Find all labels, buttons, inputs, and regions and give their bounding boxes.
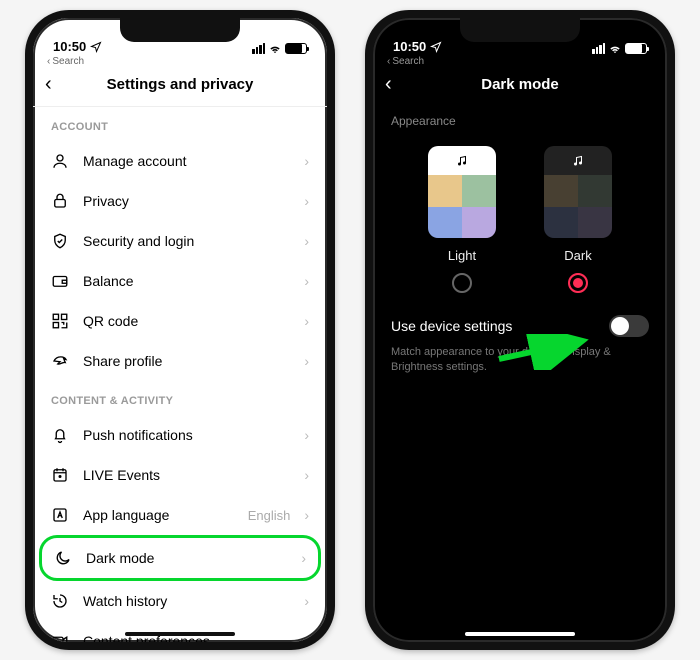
wifi-icon [608, 43, 622, 54]
dark-mode-content: Appearance Light Dark [373, 106, 667, 642]
row-label: Share profile [83, 353, 290, 369]
home-indicator[interactable] [465, 632, 575, 636]
row-qr-code[interactable]: QR code › [33, 301, 327, 341]
chevron-right-icon: › [304, 273, 309, 289]
language-icon [51, 506, 69, 524]
row-dark-mode[interactable]: Dark mode › [39, 535, 321, 581]
row-value: English [248, 508, 291, 523]
nav-header: ‹ Settings and privacy [33, 69, 327, 107]
chevron-right-icon: › [301, 550, 306, 566]
theme-option-light[interactable]: Light [428, 146, 496, 293]
chevron-left-icon: ‹ [47, 56, 50, 67]
row-label: Manage account [83, 153, 290, 169]
breadcrumb-back[interactable]: ‹ Search [373, 56, 667, 69]
theme-options: Light Dark [373, 136, 667, 297]
calendar-icon [51, 466, 69, 484]
signal-icon [592, 43, 605, 54]
chevron-right-icon: › [304, 633, 309, 642]
theme-option-dark[interactable]: Dark [544, 146, 612, 293]
row-label: Balance [83, 273, 290, 289]
lock-icon [51, 192, 69, 210]
chevron-right-icon: › [304, 233, 309, 249]
chevron-right-icon: › [304, 193, 309, 209]
row-privacy[interactable]: Privacy › [33, 181, 327, 221]
page-title: Settings and privacy [69, 76, 291, 93]
row-push-notifications[interactable]: Push notifications › [33, 415, 327, 455]
chevron-right-icon: › [304, 593, 309, 609]
chevron-right-icon: › [304, 353, 309, 369]
section-header: CONTENT & ACTIVITY [33, 381, 327, 415]
radio-dark[interactable] [568, 273, 588, 293]
row-manage-account[interactable]: Manage account › [33, 141, 327, 181]
theme-preview-light [428, 146, 496, 238]
theme-label-dark: Dark [564, 248, 591, 263]
row-balance[interactable]: Balance › [33, 261, 327, 301]
back-button[interactable]: ‹ [45, 73, 69, 96]
row-label: Dark mode [86, 550, 287, 566]
battery-icon [285, 43, 307, 54]
history-icon [51, 592, 69, 610]
nav-header: ‹ Dark mode [373, 69, 667, 106]
settings-list: ACCOUNTManage account›Privacy›Security a… [33, 107, 327, 642]
signal-icon [252, 43, 265, 54]
home-indicator[interactable] [125, 632, 235, 636]
row-share-profile[interactable]: Share profile › [33, 341, 327, 381]
row-label: Privacy [83, 193, 290, 209]
wallet-icon [51, 272, 69, 290]
theme-label-light: Light [448, 248, 476, 263]
row-watch-history[interactable]: Watch history › [33, 581, 327, 621]
shield-icon [51, 232, 69, 250]
row-live-events[interactable]: LIVE Events › [33, 455, 327, 495]
notch [120, 18, 240, 42]
chevron-right-icon: › [304, 507, 309, 523]
theme-preview-dark [544, 146, 612, 238]
back-button[interactable]: ‹ [385, 73, 409, 96]
status-time: 10:50 [53, 39, 86, 54]
moon-icon [54, 549, 72, 567]
status-time: 10:50 [393, 39, 426, 54]
note-icon [572, 155, 584, 167]
qr-icon [51, 312, 69, 330]
row-label: Push notifications [83, 427, 290, 443]
row-label: LIVE Events [83, 467, 290, 483]
battery-icon [625, 43, 647, 54]
row-security-and-login[interactable]: Security and login › [33, 221, 327, 261]
chevron-right-icon: › [304, 467, 309, 483]
page-title: Dark mode [409, 76, 631, 93]
use-device-settings-row: Use device settings [373, 297, 667, 341]
row-label: Security and login [83, 233, 290, 249]
video-icon [51, 632, 69, 642]
row-label: App language [83, 507, 234, 523]
breadcrumb-back[interactable]: ‹ Search [33, 56, 327, 69]
use-device-settings-label: Use device settings [391, 318, 512, 334]
wifi-icon [268, 43, 282, 54]
section-header: ACCOUNT [33, 107, 327, 141]
share-icon [51, 352, 69, 370]
row-label: QR code [83, 313, 290, 329]
appearance-label: Appearance [373, 106, 667, 136]
note-icon [456, 155, 468, 167]
chevron-right-icon: › [304, 427, 309, 443]
use-device-settings-desc: Match appearance to your device's Displa… [373, 341, 667, 376]
chevron-right-icon: › [304, 313, 309, 329]
radio-light[interactable] [452, 273, 472, 293]
row-app-language[interactable]: App language English › [33, 495, 327, 535]
phone-settings-privacy: 10:50 ‹ Search ‹ Settings and privacy AC… [25, 10, 335, 650]
row-label: Watch history [83, 593, 290, 609]
notch [460, 18, 580, 42]
chevron-right-icon: › [304, 153, 309, 169]
use-device-settings-toggle[interactable] [609, 315, 649, 337]
location-icon [90, 41, 102, 53]
person-icon [51, 152, 69, 170]
location-icon [430, 41, 442, 53]
bell-icon [51, 426, 69, 444]
chevron-left-icon: ‹ [387, 56, 390, 67]
phone-dark-mode: 10:50 ‹ Search ‹ Dark mode Appearance Li… [365, 10, 675, 650]
